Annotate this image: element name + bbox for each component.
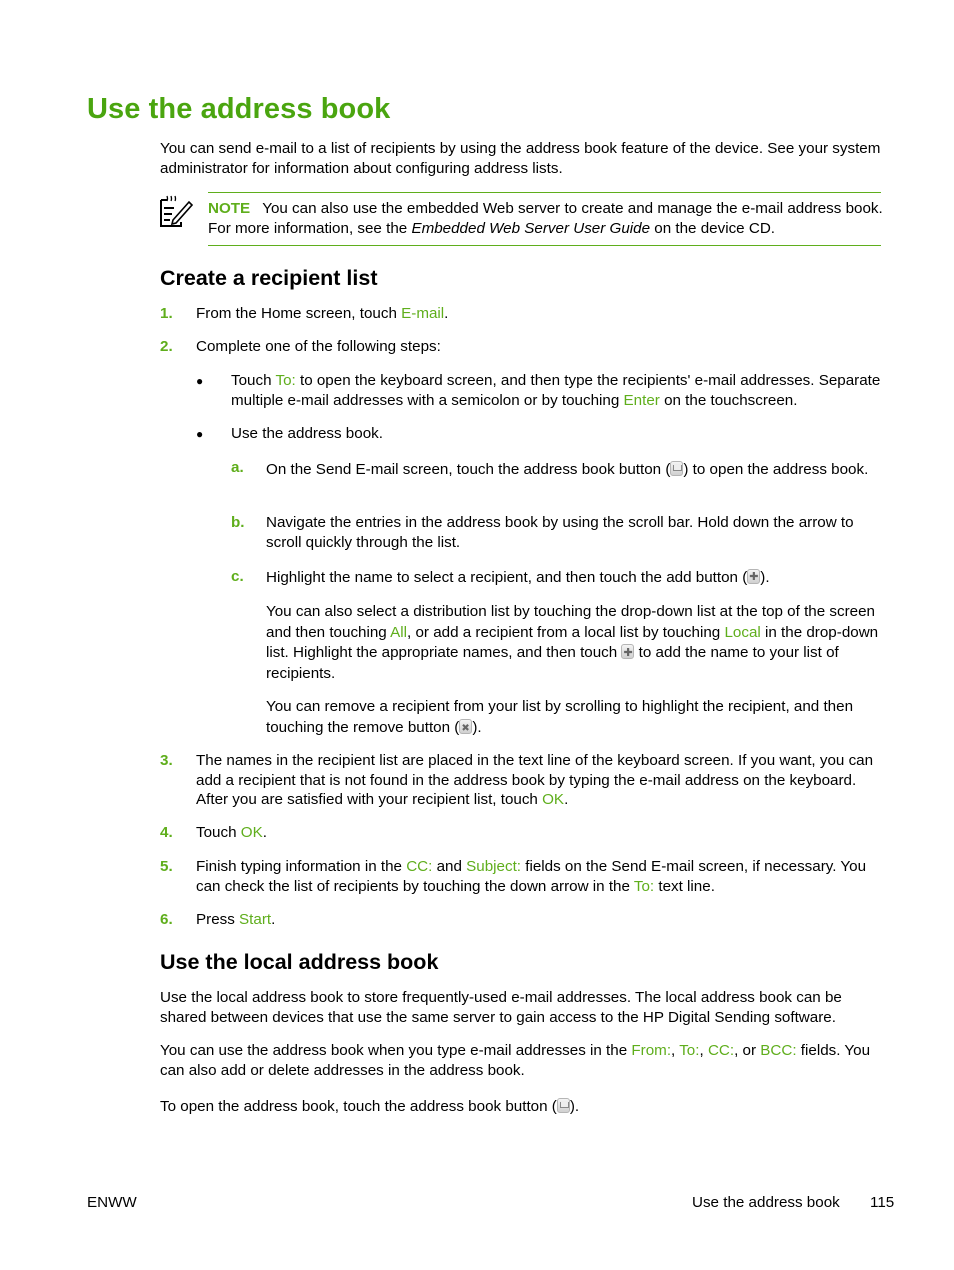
from-field-ref: From: <box>631 1042 672 1059</box>
address-book-button-icon <box>556 1098 570 1113</box>
step-4: Touch OK. <box>196 824 267 841</box>
step-6: Press Start. <box>196 911 276 928</box>
to-field-ref: To: <box>275 372 296 389</box>
cc-field-ref: CC: <box>707 1042 735 1059</box>
footer-left: ENWW <box>87 1194 137 1211</box>
substep-letter: b. <box>231 514 245 531</box>
to-field-ref: To: <box>679 1042 700 1059</box>
add-button-icon <box>747 568 761 588</box>
step-number: 4. <box>160 824 173 841</box>
local-address-book-paragraph: Use the local address book to store freq… <box>160 989 842 1026</box>
add-button-icon <box>621 643 635 664</box>
substep-letter: a. <box>231 459 244 476</box>
section-heading-local-address-book: Use the local address book <box>160 950 439 974</box>
substep-a: On the Send E-mail screen, touch the add… <box>266 461 869 478</box>
cc-field-ref: CC: <box>406 858 433 875</box>
guide-title: Embedded Web Server User Guide <box>411 219 651 237</box>
bullet-item: Use the address book. <box>231 425 383 442</box>
substep-letter: c. <box>231 568 244 585</box>
page-number: 115 <box>870 1194 895 1211</box>
subject-field-ref: Subject: <box>466 858 522 875</box>
bullet-icon: ● <box>196 374 204 388</box>
open-address-book-paragraph: To open the address book, touch the addr… <box>160 1098 580 1115</box>
step-number: 2. <box>160 338 173 355</box>
note-box: NOTE You can also use the embedded Web se… <box>208 192 883 246</box>
page-title: Use the address book <box>87 93 391 125</box>
bcc-field-ref: BCC: <box>760 1042 797 1059</box>
step-3: The names in the recipient list are plac… <box>196 752 874 809</box>
remove-button-icon <box>459 718 473 739</box>
address-fields-paragraph: You can use the address book when you ty… <box>160 1042 871 1079</box>
note-pencil-icon <box>160 195 193 227</box>
bullet-item: Touch To: to open the keyboard screen, a… <box>231 372 881 409</box>
all-option-ref: All <box>390 623 408 641</box>
enter-key-ref: Enter <box>623 391 660 409</box>
step-1: From the Home screen, touch E-mail. <box>196 305 449 322</box>
address-book-button-icon <box>670 461 684 476</box>
note-label: NOTE <box>208 200 251 217</box>
local-option-ref: Local <box>724 623 761 641</box>
ok-button-ref: OK <box>542 791 565 809</box>
intro-paragraph: You can send e-mail to a list of recipie… <box>160 140 881 177</box>
step-5: Finish typing information in the CC: and… <box>196 858 867 895</box>
ok-button-ref: OK <box>240 824 263 841</box>
footer-section-title: Use the address book <box>692 1194 840 1211</box>
step-number: 6. <box>160 911 173 928</box>
to-field-ref: To: <box>633 877 655 895</box>
email-button-ref: E-mail <box>401 305 445 322</box>
start-button-ref: Start <box>239 911 272 928</box>
distribution-list-paragraph: You can also select a distribution list … <box>266 602 888 684</box>
step-number: 1. <box>160 305 173 322</box>
substep-c: Highlight the name to select a recipient… <box>266 568 888 588</box>
substep-b: Navigate the entries in the address book… <box>266 514 854 551</box>
step-2: Complete one of the following steps: <box>196 338 441 355</box>
step-number: 5. <box>160 858 173 875</box>
bullet-icon: ● <box>196 427 204 441</box>
remove-recipient-paragraph: You can remove a recipient from your lis… <box>266 696 888 739</box>
section-heading-create-recipient-list: Create a recipient list <box>160 266 378 290</box>
step-number: 3. <box>160 752 173 769</box>
